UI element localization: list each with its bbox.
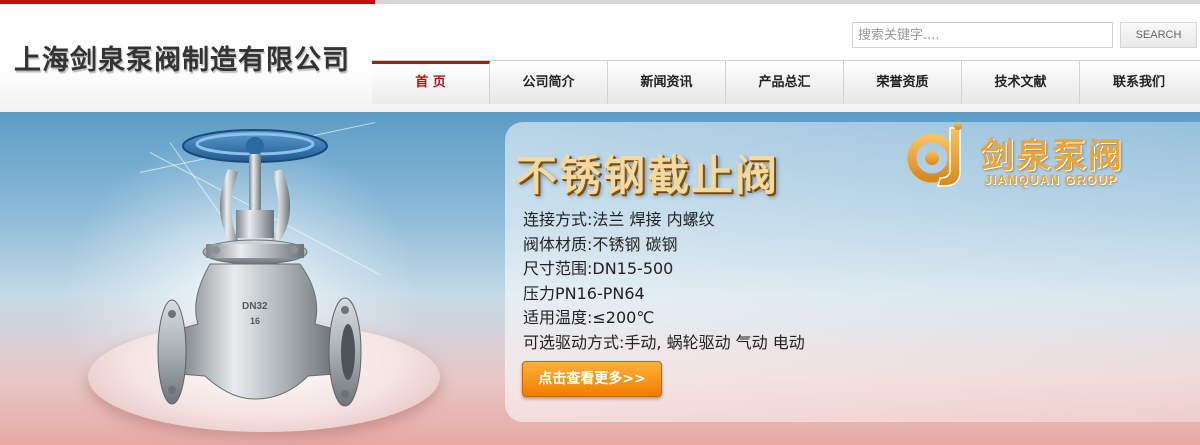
brand-name-en: JIANQUAN GROUP [984,172,1118,187]
site-header: 上海剑泉泵阀制造有限公司 SEARCH 首 页 公司简介 新闻资讯 产品总汇 荣… [0,4,1200,112]
search-button[interactable]: SEARCH [1120,22,1197,48]
brand-name-cn: 剑泉泵阀 [980,136,1124,176]
product-title: 不锈钢截止阀 [515,151,780,200]
spec-item: 连接方式:法兰 焊接 内螺纹 [523,210,715,229]
nav-item-news[interactable]: 新闻资讯 [608,61,726,104]
spec-item: 压力PN16-PN64 [523,283,645,303]
spec-item: 适用温度:≤200℃ [523,308,655,327]
hero-banner: DN32 16 不锈钢截止阀 连接方式:法兰 焊接 内螺纹 阀体材质:不锈钢 碳… [0,112,1200,445]
nav-item-about[interactable]: 公司简介 [490,61,608,104]
nav-item-tech-docs[interactable]: 技术文献 [962,61,1080,104]
search-input[interactable] [852,22,1113,48]
company-name: 上海剑泉泵阀制造有限公司 [14,45,350,76]
nav-item-contact[interactable]: 联系我们 [1080,61,1198,104]
brand-logo: 剑泉泵阀 JIANQUAN GROUP [902,122,1192,192]
spec-item: 可选驱动方式:手动, 蜗轮驱动 气动 电动 [523,332,805,352]
view-more-button[interactable]: 点击查看更多>> [522,361,662,397]
brand-mark-icon [907,122,962,187]
valve-marking-pressure: 16 [250,316,260,326]
main-nav: 首 页 公司简介 新闻资讯 产品总汇 荣誉资质 技术文献 联系我们 [372,60,1200,104]
spec-item: 阀体材质:不锈钢 碳钢 [523,234,678,254]
valve-marking-size: DN32 [242,301,268,312]
product-specs-list: 连接方式:法兰 焊接 内螺纹 阀体材质:不锈钢 碳钢 尺寸范围:DN15-500… [523,208,805,355]
globe-valve-image: DN32 16 [157,129,362,407]
nav-item-home[interactable]: 首 页 [372,61,490,104]
nav-item-honors[interactable]: 荣誉资质 [844,61,962,104]
nav-item-products[interactable]: 产品总汇 [726,61,844,104]
spec-item: 尺寸范围:DN15-500 [523,259,674,278]
